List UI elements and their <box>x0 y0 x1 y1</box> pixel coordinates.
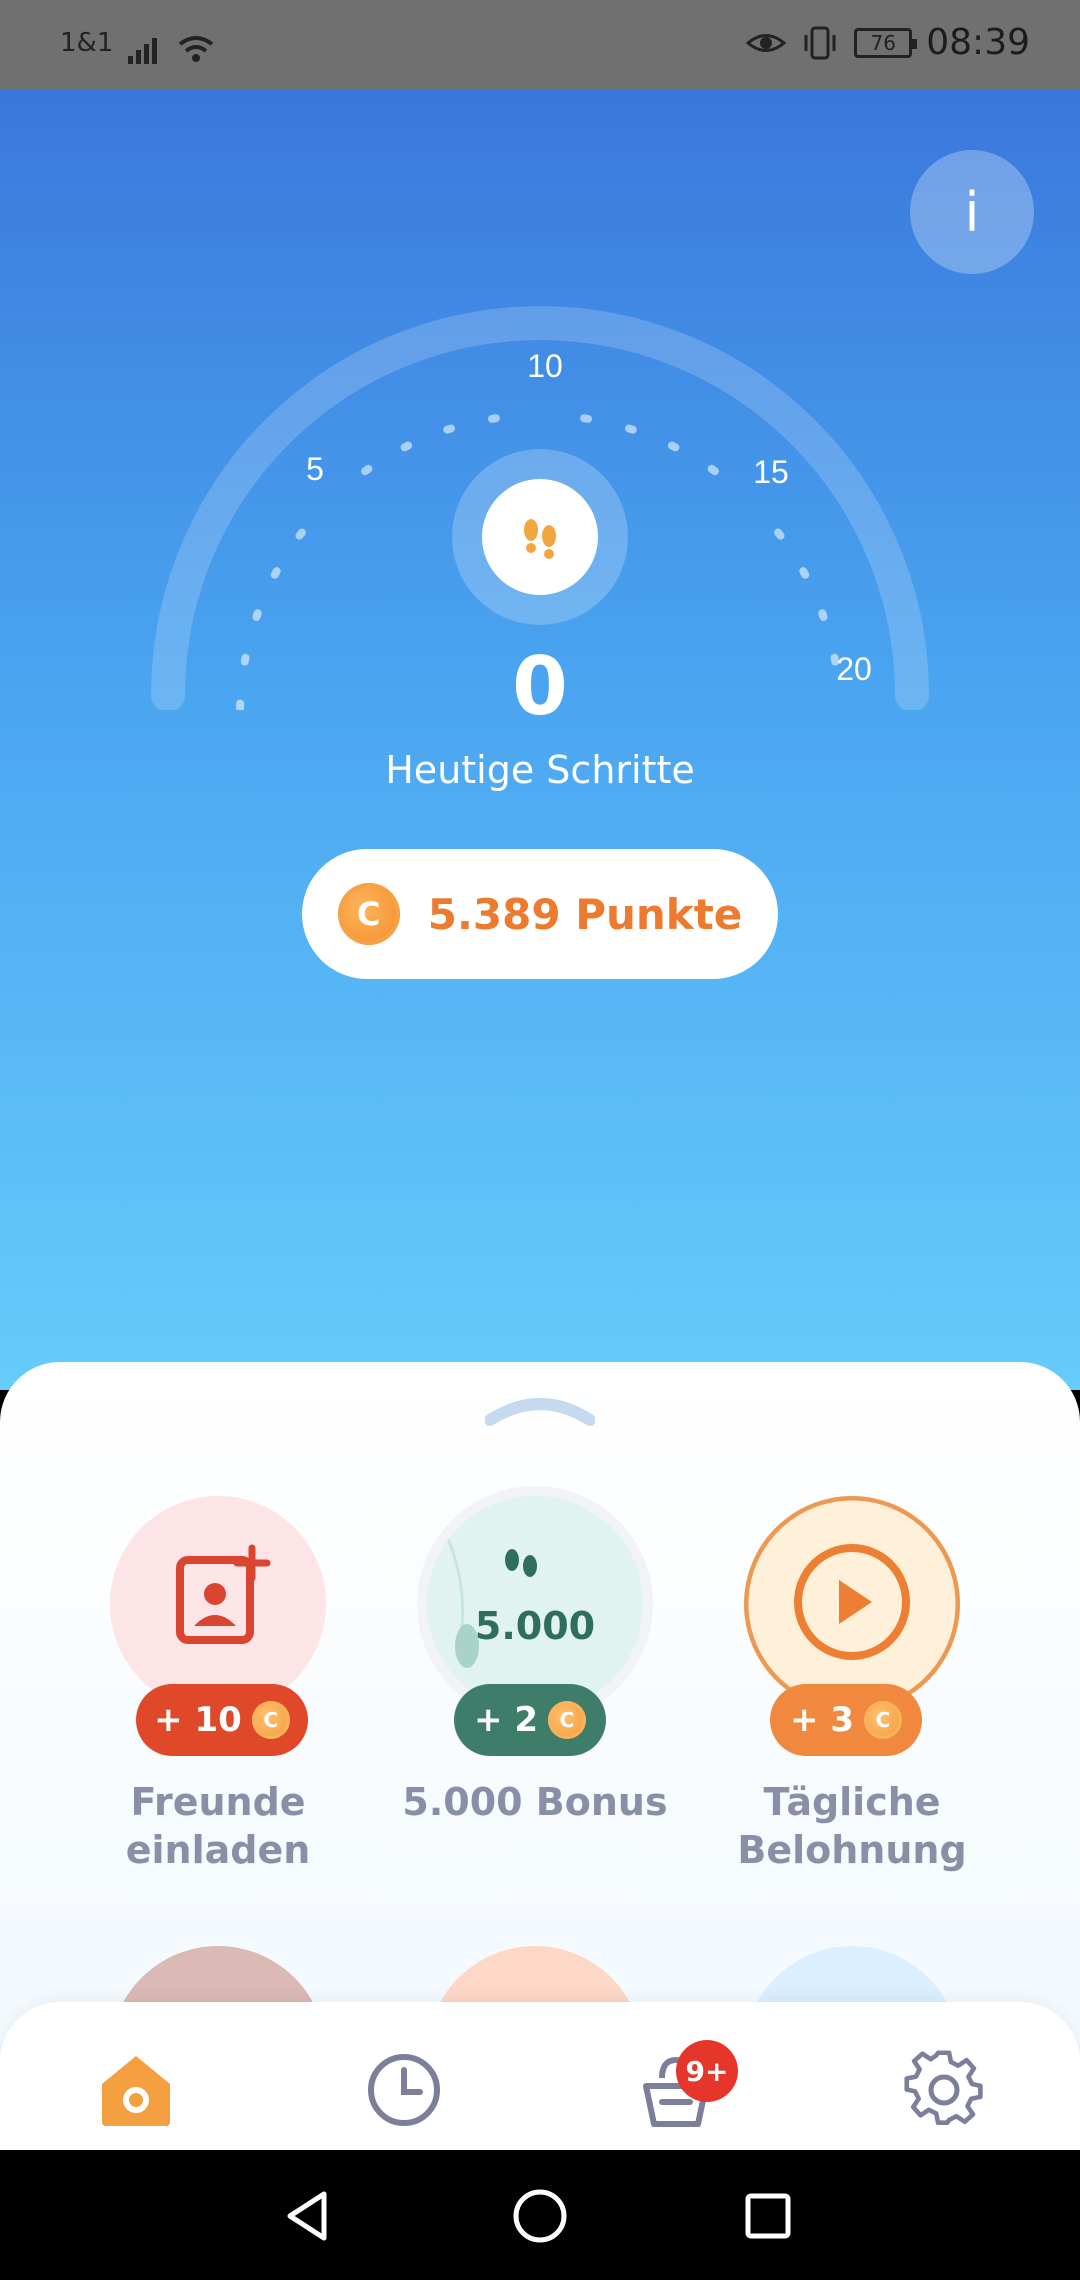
bonus-circle: 5.000 <box>427 1496 643 1712</box>
gauge-tick-label: 10 <box>527 348 563 384</box>
gauge-dot <box>443 424 455 434</box>
reward-badge: + 10 C <box>136 1684 308 1756</box>
recents-icon <box>745 2193 791 2239</box>
gauge-dot <box>400 441 413 452</box>
nav-recents-button[interactable] <box>736 2184 800 2248</box>
steps-value: 0 <box>512 640 568 733</box>
wifi-icon <box>178 36 214 62</box>
chevron-up-icon[interactable] <box>485 1390 595 1426</box>
steps-label: Heutige Schritte <box>385 748 695 792</box>
gauge-dot <box>361 464 373 476</box>
back-icon <box>287 2191 327 2241</box>
points-button[interactable]: C 5.389 Punkte <box>302 849 778 979</box>
task-5000-bonus[interactable]: 5.000 + 2 C 5.000 Bonus <box>385 1496 685 1836</box>
tab-settings[interactable] <box>904 2050 984 2130</box>
reward-badge: + 2 C <box>454 1684 606 1756</box>
battery-indicator: 76 <box>854 27 918 58</box>
points-label: 5.389 Punkte <box>427 889 743 939</box>
eye-icon <box>746 33 787 52</box>
coin-icon: C <box>863 1701 902 1739</box>
notification-badge: 9+ <box>676 2040 738 2102</box>
daily-circle <box>744 1496 960 1712</box>
coin-icon: C <box>251 1701 290 1739</box>
carrier-label: 1&1 <box>60 28 114 58</box>
invite-circle <box>110 1496 326 1712</box>
home-circle-icon <box>513 2189 567 2243</box>
vibrate-icon <box>804 26 836 59</box>
nav-home-button[interactable] <box>508 2184 572 2248</box>
signal-icon <box>128 36 214 64</box>
task-label: Tägliche Belohnung <box>737 1780 967 1872</box>
center-icon <box>482 479 598 595</box>
coin-icon: C <box>547 1701 586 1739</box>
gauge-dot <box>818 609 828 622</box>
gauge-dot <box>295 528 306 540</box>
gauge-dot <box>774 528 785 540</box>
gauge-dot <box>799 567 810 579</box>
task-label: Freunde einladen <box>125 1780 311 1872</box>
gauge-dot <box>488 414 500 423</box>
gauge-dot <box>270 567 281 579</box>
bonus-value: 5.000 <box>474 1604 596 1648</box>
gauge-dot <box>580 414 592 423</box>
task-label: 5.000 Bonus <box>402 1780 668 1824</box>
gauge-dot <box>252 609 262 622</box>
info-button[interactable]: i <box>910 150 1034 274</box>
tab-history[interactable] <box>364 2050 444 2130</box>
gear-icon <box>904 2050 983 2125</box>
status-bar: 1&1 76 08:39 <box>0 0 1080 90</box>
gauge-tick-label: 15 <box>753 454 789 490</box>
footprints-icon <box>524 519 556 559</box>
gauge-dot <box>625 424 637 434</box>
tab-home[interactable] <box>96 2050 176 2130</box>
clock-time: 08:39 <box>926 22 1030 63</box>
clock-icon <box>368 2054 440 2126</box>
gauge-tick-label: 5 <box>306 451 324 487</box>
task-invite-friends[interactable]: + 10 C Freunde einladen <box>68 1496 368 1872</box>
gauge-dot <box>707 464 719 476</box>
home-icon <box>102 2056 170 2126</box>
nav-back-button[interactable] <box>276 2184 340 2248</box>
gauge-dot <box>667 441 680 452</box>
play-icon <box>745 1497 959 1711</box>
add-contact-icon <box>176 1544 271 1644</box>
task-daily-reward[interactable]: + 3 C Tägliche Belohnung <box>702 1496 1002 1872</box>
coin-icon: C <box>337 883 400 945</box>
hero-background <box>0 90 1080 1390</box>
reward-badge: + 3 C <box>770 1684 922 1756</box>
